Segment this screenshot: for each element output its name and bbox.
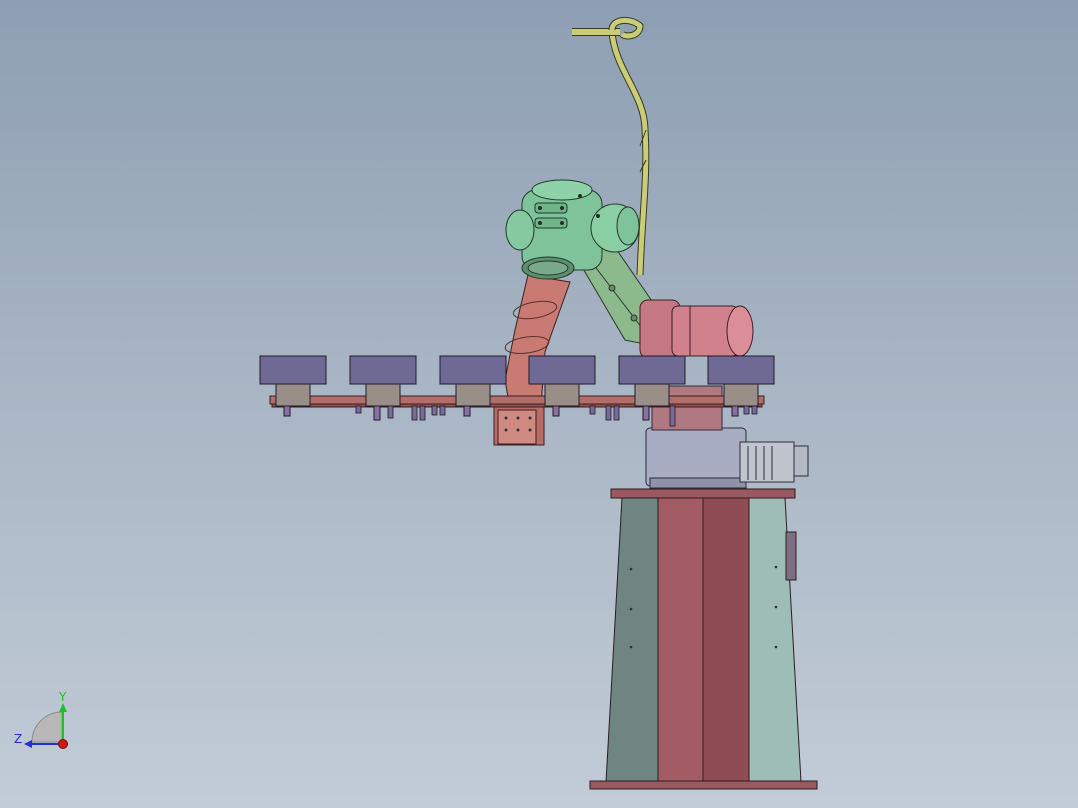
gripper-rail[interactable] bbox=[269, 395, 765, 408]
pedestal-side-box bbox=[785, 531, 797, 581]
pedestal-center-column-left bbox=[657, 497, 704, 783]
base-ring bbox=[649, 477, 747, 489]
pedestal-base-plate bbox=[589, 780, 818, 790]
triad-y-label: Y bbox=[58, 690, 67, 704]
rail-lower-beam bbox=[271, 403, 763, 408]
rail-beam bbox=[269, 395, 765, 405]
pedestal-top-plate bbox=[610, 488, 796, 499]
head-top-dome bbox=[531, 179, 593, 201]
pedestal-left-panel bbox=[605, 497, 659, 783]
pedestal[interactable] bbox=[589, 488, 818, 790]
cad-viewport[interactable]: Y Z bbox=[0, 0, 1078, 808]
orientation-triad[interactable]: Y Z bbox=[14, 690, 68, 749]
base-motor-cap bbox=[793, 445, 809, 477]
wrist-plate bbox=[497, 409, 537, 445]
base-drum bbox=[645, 427, 747, 487]
motor-end-cap bbox=[726, 305, 754, 357]
triad-view-cone bbox=[31, 711, 63, 743]
pedestal-center-column-right bbox=[702, 497, 750, 783]
triad-z-label: Z bbox=[14, 732, 22, 746]
head-left-cap bbox=[505, 209, 535, 251]
triad-x-axis bbox=[58, 739, 68, 749]
shoulder-motor[interactable] bbox=[639, 299, 754, 359]
